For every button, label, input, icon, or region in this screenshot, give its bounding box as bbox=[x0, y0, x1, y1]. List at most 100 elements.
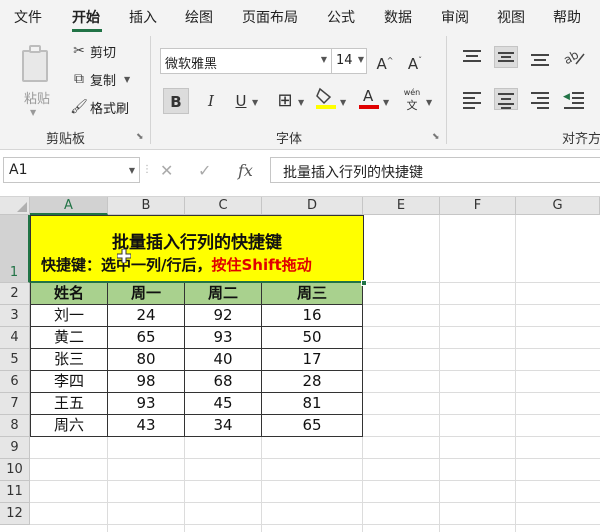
row-header-12[interactable]: 12 bbox=[0, 503, 30, 525]
cancel-icon[interactable]: ✕ bbox=[160, 161, 173, 180]
chevron-down-icon[interactable]: ▼ bbox=[30, 108, 36, 117]
select-all-button[interactable] bbox=[0, 197, 30, 215]
row-header-11[interactable]: 11 bbox=[0, 481, 30, 503]
table-cell[interactable]: 周六 bbox=[30, 415, 108, 437]
confirm-icon[interactable]: ✓ bbox=[198, 161, 211, 180]
underline-icon[interactable]: U bbox=[228, 88, 254, 114]
borders-icon[interactable]: ⊞ bbox=[272, 88, 298, 114]
table-cell[interactable]: 98 bbox=[108, 371, 185, 393]
table-cell[interactable]: 93 bbox=[108, 393, 185, 415]
table-cell[interactable]: 65 bbox=[262, 415, 363, 437]
row-header-3[interactable]: 3 bbox=[0, 305, 30, 327]
scissors-icon: ✂ bbox=[73, 43, 85, 59]
chevron-down-icon[interactable]: ▼ bbox=[340, 98, 346, 107]
name-box[interactable]: A1 ▼ bbox=[3, 157, 140, 183]
fill-color-icon[interactable] bbox=[313, 86, 339, 112]
table-cell[interactable]: 刘一 bbox=[30, 305, 108, 327]
menu-tab-3[interactable]: 绘图 bbox=[185, 7, 213, 27]
row-header-8[interactable]: 8 bbox=[0, 415, 30, 437]
row-header-10[interactable]: 10 bbox=[0, 459, 30, 481]
table-cell[interactable]: 李四 bbox=[30, 371, 108, 393]
table-cell[interactable]: 80 bbox=[108, 349, 185, 371]
paste-button[interactable]: 粘贴 ▼ bbox=[10, 40, 62, 120]
fill-handle[interactable] bbox=[361, 280, 367, 286]
copy-button[interactable]: ⧉ 复制 ▼ bbox=[68, 68, 148, 90]
chevron-down-icon[interactable]: ▼ bbox=[252, 98, 258, 107]
table-header-cell[interactable]: 周一 bbox=[108, 283, 185, 305]
decrease-font-size-icon[interactable]: Aˇ bbox=[402, 48, 428, 74]
table-cell[interactable]: 张三 bbox=[30, 349, 108, 371]
menu-tab-1[interactable]: 开始 bbox=[72, 7, 100, 27]
decrease-indent-icon[interactable]: ◀ bbox=[562, 88, 586, 110]
row-header-2[interactable]: 2 bbox=[0, 283, 30, 305]
align-left-icon[interactable] bbox=[460, 88, 484, 110]
table-cell[interactable]: 17 bbox=[262, 349, 363, 371]
column-header-a[interactable]: A bbox=[30, 197, 108, 215]
row-header-6[interactable]: 6 bbox=[0, 371, 30, 393]
column-header-e[interactable]: E bbox=[363, 197, 440, 215]
table-cell[interactable]: 93 bbox=[185, 327, 262, 349]
column-header-b[interactable]: B bbox=[108, 197, 185, 215]
column-header-d[interactable]: D bbox=[262, 197, 363, 215]
menu-tab-6[interactable]: 数据 bbox=[384, 7, 412, 27]
increase-font-size-icon[interactable]: A^ bbox=[372, 48, 398, 74]
dialog-launcher-icon[interactable]: ⬊ bbox=[432, 132, 440, 142]
table-header-cell[interactable]: 周三 bbox=[262, 283, 363, 305]
table-cell[interactable]: 43 bbox=[108, 415, 185, 437]
align-center-icon[interactable] bbox=[494, 88, 518, 110]
phonetic-guide-icon[interactable]: wén 文 bbox=[400, 88, 424, 114]
menu-tab-7[interactable]: 审阅 bbox=[441, 7, 469, 27]
table-cell[interactable]: 50 bbox=[262, 327, 363, 349]
align-right-icon[interactable] bbox=[528, 88, 552, 110]
align-middle-icon[interactable] bbox=[494, 46, 518, 68]
row-header-9[interactable]: 9 bbox=[0, 437, 30, 459]
table-cell[interactable]: 王五 bbox=[30, 393, 108, 415]
menu-tab-8[interactable]: 视图 bbox=[497, 7, 525, 27]
insert-function-icon[interactable]: fx bbox=[238, 161, 253, 180]
italic-icon[interactable]: I bbox=[198, 88, 224, 114]
align-bottom-icon[interactable] bbox=[528, 46, 552, 68]
menu-tab-0[interactable]: 文件 bbox=[14, 7, 42, 27]
dialog-launcher-icon[interactable]: ⬊ bbox=[136, 132, 144, 142]
align-top-icon[interactable] bbox=[460, 46, 484, 68]
table-cell[interactable]: 黄二 bbox=[30, 327, 108, 349]
font-size-select[interactable]: 14 ▼ bbox=[331, 48, 367, 74]
chevron-down-icon[interactable]: ▼ bbox=[383, 98, 389, 107]
format-painter-button[interactable]: 🖌 格式刷 bbox=[68, 96, 148, 118]
column-header-g[interactable]: G bbox=[516, 197, 600, 215]
title-cell[interactable]: 批量插入行列的快捷键 快捷键：选中一列/行后，按住Shift拖动 bbox=[30, 215, 364, 283]
font-name-select[interactable]: 微软雅黑 ▼ bbox=[160, 48, 332, 74]
table-cell[interactable]: 65 bbox=[108, 327, 185, 349]
chevron-down-icon[interactable]: ▼ bbox=[124, 75, 130, 84]
orientation-icon[interactable]: ab bbox=[561, 46, 586, 68]
menu-tab-5[interactable]: 公式 bbox=[327, 7, 355, 27]
table-header-cell[interactable]: 姓名 bbox=[30, 283, 108, 305]
menu-tab-4[interactable]: 页面布局 bbox=[242, 7, 298, 27]
column-header-f[interactable]: F bbox=[440, 197, 516, 215]
row-header-1[interactable]: 1 bbox=[0, 215, 30, 283]
table-cell[interactable]: 28 bbox=[262, 371, 363, 393]
row-header-7[interactable]: 7 bbox=[0, 393, 30, 415]
select-all-icon bbox=[17, 202, 27, 212]
table-cell[interactable]: 34 bbox=[185, 415, 262, 437]
row-header-5[interactable]: 5 bbox=[0, 349, 30, 371]
cut-button[interactable]: ✂ 剪切 bbox=[68, 40, 148, 62]
table-cell[interactable]: 92 bbox=[185, 305, 262, 327]
menu-tab-9[interactable]: 帮助 bbox=[553, 7, 581, 27]
chevron-down-icon[interactable]: ▼ bbox=[426, 98, 432, 107]
chevron-down-icon[interactable]: ▼ bbox=[129, 166, 135, 175]
column-header-c[interactable]: C bbox=[185, 197, 262, 215]
table-cell[interactable]: 81 bbox=[262, 393, 363, 415]
chevron-down-icon[interactable]: ▼ bbox=[298, 98, 304, 107]
bold-icon[interactable]: B bbox=[163, 88, 189, 114]
menu-tab-2[interactable]: 插入 bbox=[129, 7, 157, 27]
table-cell[interactable]: 40 bbox=[185, 349, 262, 371]
table-cell[interactable]: 24 bbox=[108, 305, 185, 327]
table-header-cell[interactable]: 周二 bbox=[185, 283, 262, 305]
table-cell[interactable]: 16 bbox=[262, 305, 363, 327]
font-color-icon[interactable]: A bbox=[356, 86, 382, 112]
table-cell[interactable]: 68 bbox=[185, 371, 262, 393]
table-cell[interactable]: 45 bbox=[185, 393, 262, 415]
formula-input[interactable]: 批量插入行列的快捷键 bbox=[270, 157, 600, 183]
row-header-4[interactable]: 4 bbox=[0, 327, 30, 349]
